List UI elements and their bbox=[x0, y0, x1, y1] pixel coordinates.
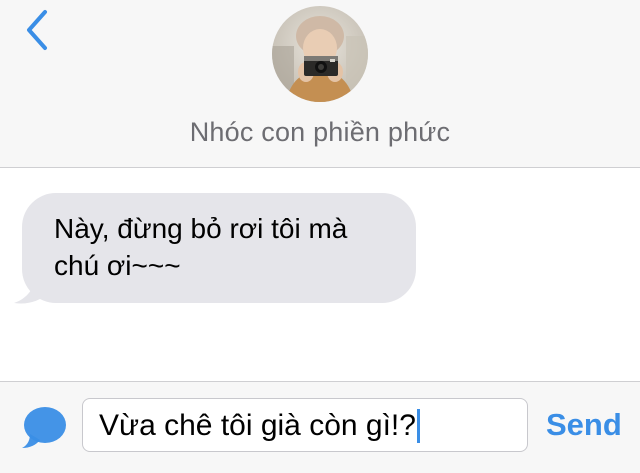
text-caret bbox=[416, 409, 420, 443]
chevron-left-icon bbox=[27, 10, 47, 50]
message-input[interactable]: Vừa chê tôi già còn gì!? bbox=[82, 398, 528, 452]
compose-bar: Vừa chê tôi già còn gì!? Send bbox=[0, 381, 640, 473]
contact-avatar[interactable] bbox=[272, 6, 368, 102]
message-bubble-icon[interactable] bbox=[20, 404, 68, 452]
message-text: Này, đừng bỏ rơi tôi mà chú ơi~~~ bbox=[54, 210, 414, 284]
avatar-photo bbox=[272, 6, 368, 102]
message-thread: Này, đừng bỏ rơi tôi mà chú ơi~~~ bbox=[0, 168, 640, 381]
message-input-value: Vừa chê tôi già còn gì!? bbox=[99, 409, 416, 442]
message-input-text: Vừa chê tôi già còn gì!? bbox=[99, 409, 420, 443]
back-button[interactable] bbox=[18, 6, 58, 54]
message-line: Này, đừng bỏ rơi tôi mà bbox=[54, 213, 348, 244]
message-bubble: Này, đừng bỏ rơi tôi mà chú ơi~~~ bbox=[22, 193, 416, 303]
send-button[interactable]: Send bbox=[546, 407, 622, 443]
incoming-message[interactable]: Này, đừng bỏ rơi tôi mà chú ơi~~~ bbox=[14, 193, 416, 305]
contact-name[interactable]: Nhóc con phiền phức bbox=[0, 117, 640, 148]
conversation-header: Nhóc con phiền phức bbox=[0, 0, 640, 168]
message-line: chú ơi~~~ bbox=[54, 250, 181, 281]
